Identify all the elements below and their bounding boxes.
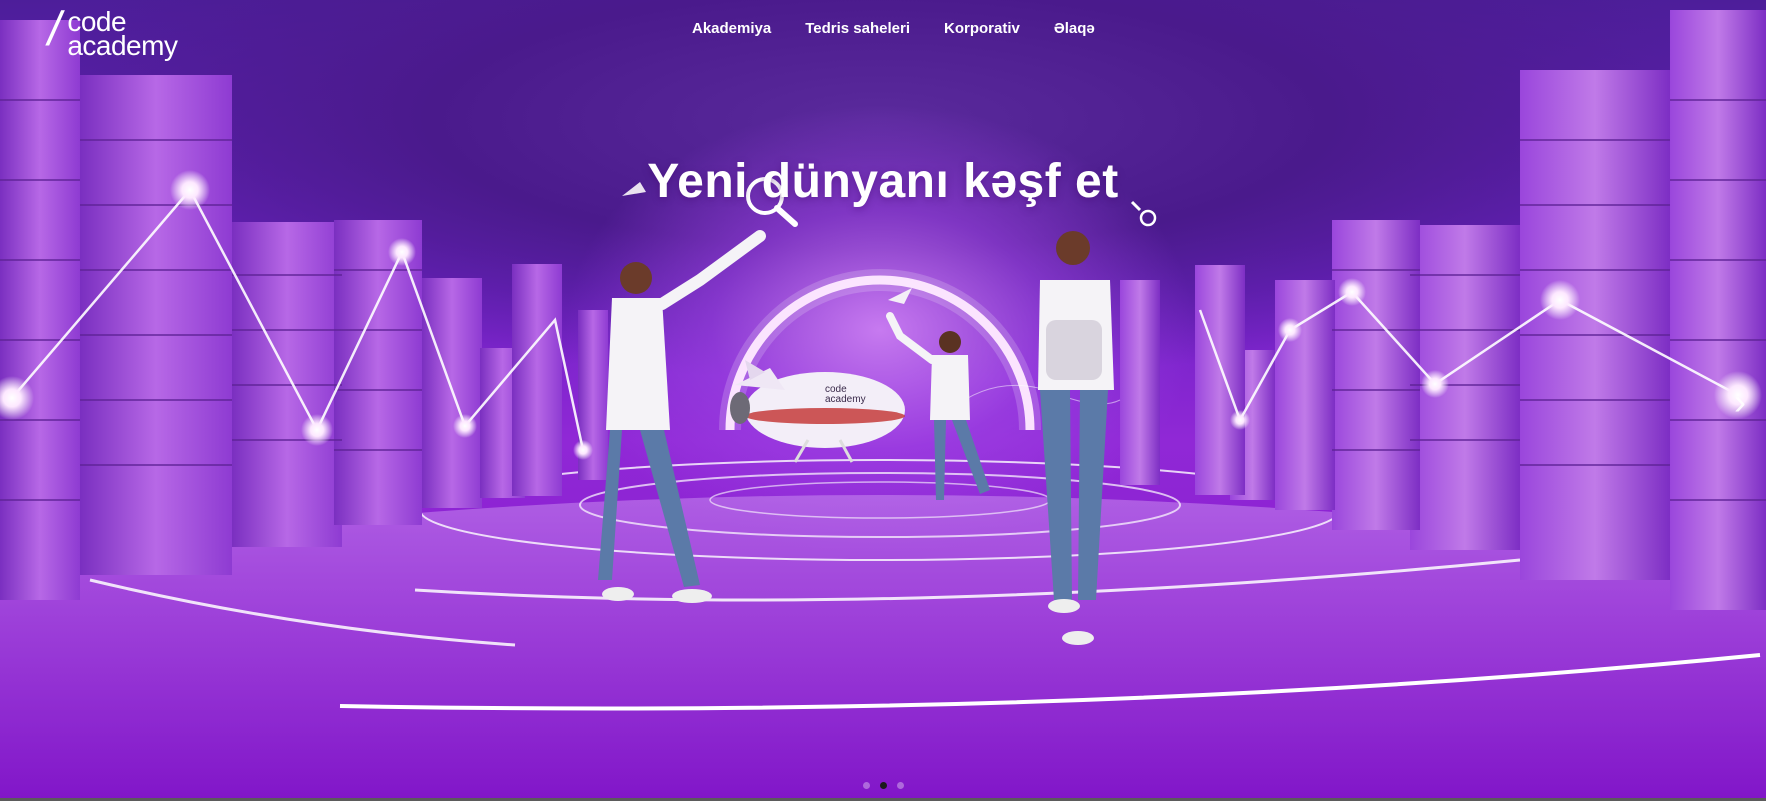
carousel-dot[interactable] xyxy=(896,782,904,789)
nav-item-elaqe[interactable]: Əlaqə xyxy=(1046,20,1103,37)
site-logo[interactable]: / code academy xyxy=(43,3,178,61)
carousel-pagination xyxy=(0,782,1766,789)
nav-item-tedris-saheleri[interactable]: Tedris saheleri xyxy=(797,20,918,37)
logo-line-2: academy xyxy=(67,30,178,61)
nav-item-korporativ[interactable]: Korporativ xyxy=(936,20,1028,37)
hero-scene: code academy xyxy=(0,10,1766,801)
svg-text:academy: academy xyxy=(825,394,866,405)
logo-slash-icon: / xyxy=(43,3,67,56)
carousel-dot[interactable] xyxy=(862,782,870,789)
carousel-next-button[interactable]: › xyxy=(1726,382,1754,422)
hero-banner: code academy / code academy Akademiya Te… xyxy=(0,0,1766,801)
main-nav: Akademiya Tedris saheleri Korporativ Əla… xyxy=(684,20,1121,37)
rocket-illustration: code academy xyxy=(730,360,905,463)
nav-item-akademiya[interactable]: Akademiya xyxy=(684,20,779,37)
chevron-right-icon: › xyxy=(1734,381,1746,422)
carousel-dot-active[interactable] xyxy=(879,782,887,789)
hero-headline: Yeni dünyanı kəşf et xyxy=(647,155,1119,209)
